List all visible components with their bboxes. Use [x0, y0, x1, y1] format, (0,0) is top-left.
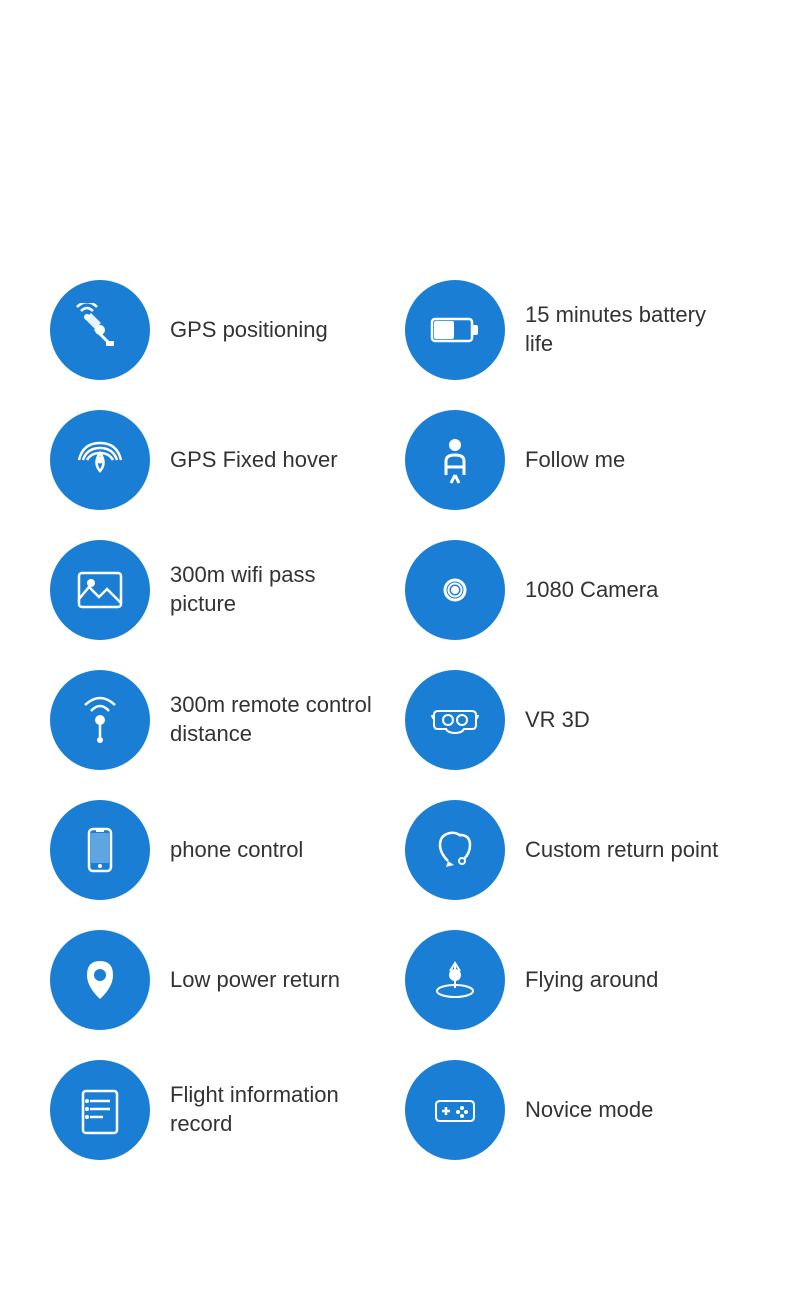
feature-label-remote-distance: 300m remote control distance — [170, 691, 385, 748]
feature-label-custom-return: Custom return point — [525, 836, 718, 865]
record-icon — [50, 1060, 150, 1160]
location-icon — [50, 930, 150, 1030]
feature-item-custom-return: Custom return point — [405, 800, 740, 900]
phone-icon — [50, 800, 150, 900]
feature-item-novice-mode: Novice mode — [405, 1060, 740, 1160]
feature-label-gps-hover: GPS Fixed hover — [170, 446, 338, 475]
feature-item-battery-life: 15 minutes battery life — [405, 280, 740, 380]
feature-item-follow-me: Follow me — [405, 410, 740, 510]
feature-item-flight-record: Flight information record — [50, 1060, 385, 1160]
hover-icon — [50, 410, 150, 510]
feature-item-low-power-return: Low power return — [50, 930, 385, 1030]
camera-icon — [405, 540, 505, 640]
feature-label-novice-mode: Novice mode — [525, 1096, 653, 1125]
gamepad-icon — [405, 1060, 505, 1160]
follow-icon — [405, 410, 505, 510]
features-grid: GPS positioning 15 minutes battery life … — [30, 280, 760, 1160]
flyaround-icon — [405, 930, 505, 1030]
feature-item-remote-distance: 300m remote control distance — [50, 670, 385, 770]
feature-item-flying-around: Flying around — [405, 930, 740, 1030]
feature-item-phone-control: phone control — [50, 800, 385, 900]
gps-icon — [50, 280, 150, 380]
feature-label-flight-record: Flight information record — [170, 1081, 385, 1138]
feature-label-vr-3d: VR 3D — [525, 706, 590, 735]
feature-item-gps-positioning: GPS positioning — [50, 280, 385, 380]
feature-label-gps-positioning: GPS positioning — [170, 316, 328, 345]
customreturn-icon — [405, 800, 505, 900]
feature-label-phone-control: phone control — [170, 836, 303, 865]
feature-label-low-power-return: Low power return — [170, 966, 340, 995]
remote-icon — [50, 670, 150, 770]
feature-label-follow-me: Follow me — [525, 446, 625, 475]
feature-label-wifi-picture: 300m wifi pass picture — [170, 561, 385, 618]
feature-label-battery-life: 15 minutes battery life — [525, 301, 740, 358]
feature-item-wifi-picture: 300m wifi pass picture — [50, 540, 385, 640]
battery-icon — [405, 280, 505, 380]
feature-item-gps-hover: GPS Fixed hover — [50, 410, 385, 510]
feature-label-camera: 1080 Camera — [525, 576, 658, 605]
feature-item-camera: 1080 Camera — [405, 540, 740, 640]
image-icon — [50, 540, 150, 640]
feature-label-flying-around: Flying around — [525, 966, 658, 995]
vr-icon — [405, 670, 505, 770]
feature-item-vr-3d: VR 3D — [405, 670, 740, 770]
